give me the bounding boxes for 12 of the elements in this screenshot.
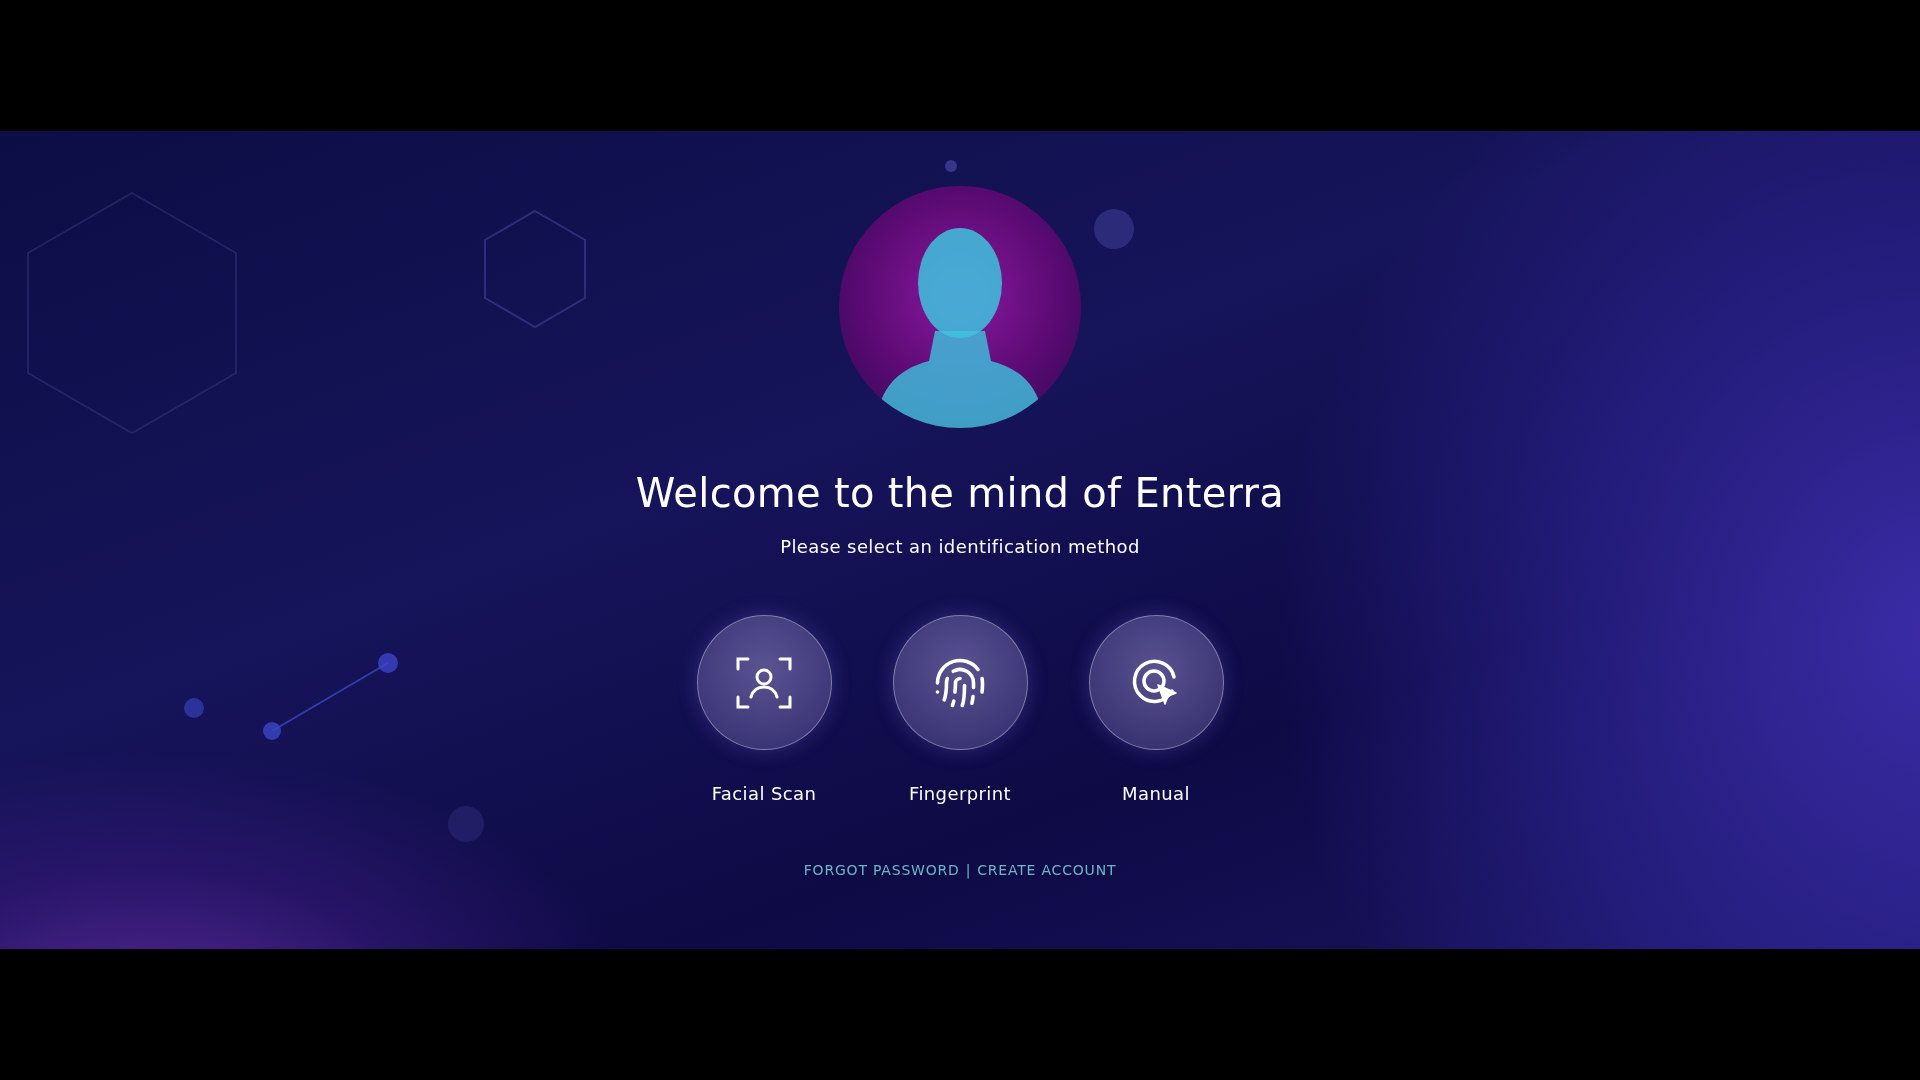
instruction-text: Please select an identification method [780, 536, 1140, 557]
bokeh-dot [184, 698, 204, 718]
welcome-heading: Welcome to the mind of Enterra [635, 470, 1285, 516]
bokeh-dot [945, 160, 957, 172]
method-label: Fingerprint [908, 783, 1011, 804]
footer-link[interactable]: CREATE ACCOUNT [977, 862, 1117, 878]
method-label: Manual [1122, 783, 1190, 804]
method-label: Facial Scan [711, 783, 817, 804]
separator-text: | [965, 862, 972, 878]
bokeh-dot [1094, 209, 1134, 249]
footer-link[interactable]: FORGOT PASSWORD [803, 862, 960, 878]
bokeh-dot [448, 806, 484, 842]
